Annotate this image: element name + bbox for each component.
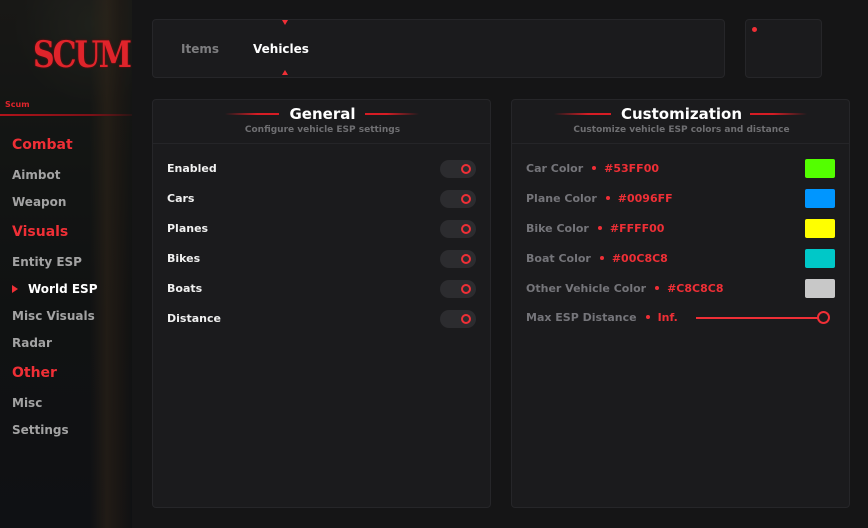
car-color-label: Car Color #53FF00 [526, 162, 660, 175]
sidebar-divider [0, 114, 132, 116]
customization-panel: Customization Customize vehicle ESP colo… [511, 99, 850, 508]
bikes-toggle[interactable] [440, 250, 476, 268]
plane-color-value: #0096FF [617, 192, 673, 205]
nav-heading-combat: Combat [12, 137, 73, 153]
sidebar-item-label: World ESP [28, 282, 98, 296]
other-vehicle-color-label: Other Vehicle Color #C8C8C8 [526, 282, 724, 295]
main-content: Items Vehicles General Configure vehicle… [132, 0, 868, 528]
max-distance-label: Max ESP Distance Inf. [526, 311, 678, 324]
enabled-label: Enabled [167, 162, 217, 175]
app-logo: SCUM [33, 34, 132, 77]
car-color-swatch[interactable] [805, 159, 835, 178]
enabled-toggle[interactable] [440, 160, 476, 178]
boats-label: Boats [167, 282, 203, 295]
tab-bar: Items Vehicles [152, 19, 725, 78]
sidebar-item-aimbot[interactable]: Aimbot [12, 168, 60, 182]
boat-color-swatch[interactable] [805, 249, 835, 268]
cars-label: Cars [167, 192, 195, 205]
nav-heading-visuals: Visuals [12, 224, 69, 240]
tab-indicator-bottom-icon [282, 70, 288, 75]
distance-toggle[interactable] [440, 310, 476, 328]
status-panel [745, 19, 822, 78]
planes-label: Planes [167, 222, 209, 235]
general-subtitle: Configure vehicle ESP settings [244, 125, 401, 135]
tab-items[interactable]: Items [181, 42, 219, 56]
planes-toggle[interactable] [440, 220, 476, 238]
bike-color-value: #FFFF00 [609, 222, 665, 235]
app-name: Scum [5, 100, 30, 109]
bike-color-swatch[interactable] [805, 219, 835, 238]
customization-subtitle: Customize vehicle ESP colors and distanc… [573, 125, 790, 135]
tab-indicator-top-icon [282, 20, 288, 25]
status-dot-icon [752, 27, 757, 32]
bike-color-label: Bike Color #FFFF00 [526, 222, 665, 235]
active-arrow-icon [12, 285, 18, 293]
slider-handle[interactable] [817, 311, 830, 324]
sidebar-item-weapon[interactable]: Weapon [12, 195, 66, 209]
sidebar-item-entity-esp[interactable]: Entity ESP [12, 255, 82, 269]
sidebar: SCUM Scum Combat Aimbot Weapon Visuals E… [0, 0, 132, 528]
plane-color-label: Plane Color #0096FF [526, 192, 673, 205]
cars-toggle[interactable] [440, 190, 476, 208]
sidebar-item-settings[interactable]: Settings [12, 423, 69, 437]
sidebar-item-misc[interactable]: Misc [12, 396, 42, 410]
other-vehicle-color-swatch[interactable] [805, 279, 835, 298]
boats-toggle[interactable] [440, 280, 476, 298]
sidebar-item-radar[interactable]: Radar [12, 336, 52, 350]
car-color-value: #53FF00 [604, 162, 660, 175]
general-panel: General Configure vehicle ESP settings E… [152, 99, 491, 508]
sidebar-item-misc-visuals[interactable]: Misc Visuals [12, 309, 95, 323]
boat-color-label: Boat Color #00C8C8 [526, 252, 668, 265]
tab-vehicles[interactable]: Vehicles [253, 42, 309, 56]
nav-heading-other: Other [12, 365, 57, 381]
bikes-label: Bikes [167, 252, 201, 265]
plane-color-swatch[interactable] [805, 189, 835, 208]
max-distance-slider[interactable] [696, 309, 830, 327]
slider-track [696, 317, 823, 319]
general-title: General [289, 105, 356, 123]
max-distance-value: Inf. [657, 311, 678, 324]
other-vehicle-color-value: #C8C8C8 [667, 282, 724, 295]
boat-color-value: #00C8C8 [611, 252, 668, 265]
distance-label: Distance [167, 312, 221, 325]
